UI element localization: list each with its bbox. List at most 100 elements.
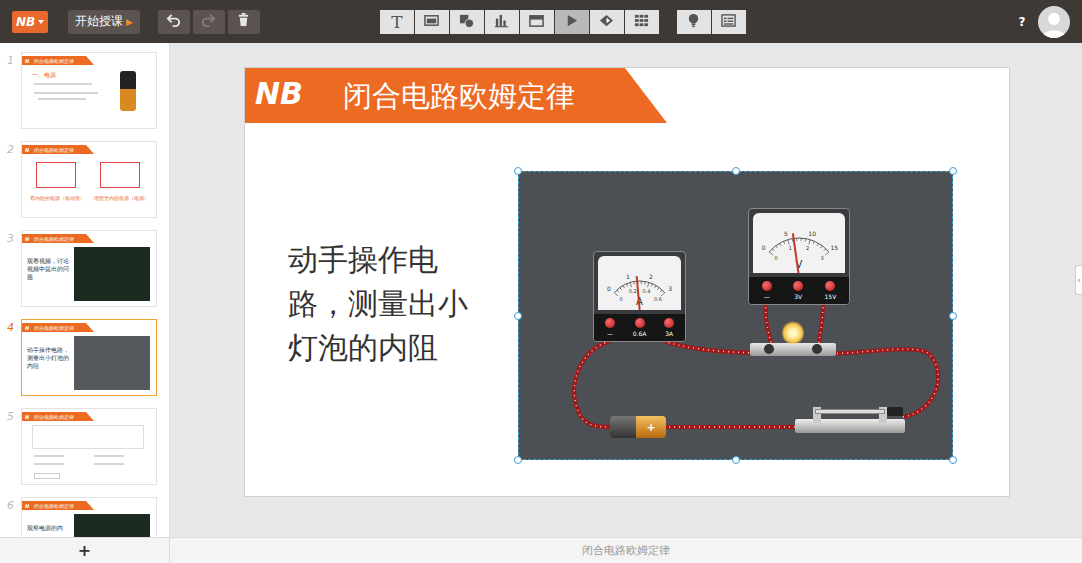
video-icon [564,12,579,32]
terminal-label: — [764,294,770,301]
terminal[interactable]: 3V [793,281,803,301]
scale-number: 1 [789,245,792,251]
thumbnail-body-text: 动手操作电路，测量出小灯泡的内阻 [27,346,69,369]
thumbnail-header: N闭合电路欧姆定律 [22,323,94,332]
slide-thumbnail[interactable]: N闭合电路欧姆定律有内阻的电源（电动势）理想无内阻电源（电源） [21,141,157,218]
help-button[interactable]: ? [1014,15,1030,29]
slide-number: 3 [0,230,21,245]
add-slide-button[interactable]: + [0,538,170,563]
video-tool[interactable] [555,10,589,34]
slide-thumbnail[interactable]: N闭合电路欧姆定律一、电源 [21,52,157,129]
slide-row[interactable]: 2N闭合电路欧姆定律有内阻的电源（电动势）理想无内阻电源（电源） [0,141,169,218]
text-line [34,463,64,465]
video-frame [74,247,150,301]
resize-handle[interactable] [732,456,740,464]
scale-number: 0 [762,244,766,251]
thumbnail-logo: N [25,325,29,331]
resize-handle[interactable] [732,167,740,175]
switch-plate [795,419,905,433]
slide-row[interactable]: 1N闭合电路欧姆定律一、电源 [0,52,169,129]
meter-face: 012300.20.40.6A [598,256,681,310]
thumbnail-logo: N [25,147,29,153]
bulb-glass-icon [782,321,804,345]
slide-row[interactable]: 6N闭合电路欧姆定律观察电源的内 [0,497,169,537]
light-bulb[interactable] [750,321,836,361]
window-tool[interactable] [520,10,554,34]
chart-tool[interactable] [485,10,519,34]
bulb-screw [812,344,822,354]
image-tool[interactable] [415,10,449,34]
slide-thumbnail[interactable]: N闭合电路欧姆定律观察电源的内 [21,497,157,537]
slide-thumbnail[interactable]: N闭合电路欧姆定律 [21,408,157,485]
slide-thumbnail[interactable]: N闭合电路欧姆定律动手操作电路，测量出小灯泡的内阻 [21,319,157,396]
slide-row[interactable]: 5N闭合电路欧姆定律 [0,408,169,485]
eraser-icon [599,12,614,32]
start-label: 开始授课 [75,13,123,30]
terminal-knob-icon [762,281,772,291]
app-logo[interactable]: NB [12,11,48,33]
slide-notes[interactable]: 闭合电路欧姆定律 [170,538,1082,563]
slide-thumbnail[interactable]: N闭合电路欧姆定律观看视频，讨论视频中提出的问题 [21,230,157,307]
grid-tool[interactable] [625,10,659,34]
slide-row[interactable]: 3N闭合电路欧姆定律观看视频，讨论视频中提出的问题 [0,230,169,307]
scale-number: 0.6 [654,296,662,302]
thumbnail-header: N闭合电路欧姆定律 [22,412,94,421]
video-thumbnail-body: 观看视频，讨论视频中提出的问题 [22,231,156,306]
workspace: 1N闭合电路欧姆定律一、电源2N闭合电路欧姆定律有内阻的电源（电动势）理想无内阻… [0,43,1082,537]
terminal-label: 0.6A [633,331,647,338]
resize-handle[interactable] [514,167,522,175]
bulb-icon [686,12,701,32]
thumbnail-logo: N [25,503,29,509]
text-line [38,98,86,100]
resize-handle[interactable] [514,312,522,320]
undo-button[interactable] [158,10,190,34]
text-line [94,455,124,457]
terminal[interactable]: 15V [825,281,837,301]
list-tool[interactable] [712,10,746,34]
bottom-bar: +闭合电路欧姆定律 [0,537,1082,563]
thumbnail-title: 闭合电路欧姆定律 [34,503,74,509]
thumbnail-title: 闭合电路欧姆定律 [34,58,74,64]
slide-body-text[interactable]: 动手操作电路，测量出小灯泡的内阻 [288,238,480,370]
circuit-simulation[interactable]: 012300.20.40.6A—0.6A3A0510150123V—3V15V+ [518,171,953,460]
voltmeter[interactable]: 0510150123V—3V15V [748,208,850,305]
terminal[interactable]: 3A [664,318,674,338]
delete-button[interactable] [228,10,260,34]
terminal[interactable]: — [605,318,615,338]
scale-number: 0 [620,296,623,302]
thumbnail-header: N 闭合电路欧姆定律 [22,501,94,510]
eraser-tool[interactable] [590,10,624,34]
scale-number: 3 [668,285,672,292]
panel-toggle[interactable]: ‹ [1075,265,1082,295]
start-class-button[interactable]: 开始授课▶ [68,10,140,34]
terminal[interactable]: — [762,281,772,301]
resize-handle[interactable] [949,312,957,320]
bulb-tool[interactable] [677,10,711,34]
terminal-label: 3A [665,331,673,338]
slide-row[interactable]: 4N闭合电路欧姆定律动手操作电路，测量出小灯泡的内阻 [0,319,169,396]
terminal[interactable]: 0.6A [633,318,647,338]
shape-icon [459,12,474,32]
slide-number: 2 [0,141,21,156]
battery[interactable]: + [610,416,666,438]
slide-number: 5 [0,408,21,423]
shape-tool[interactable] [450,10,484,34]
diagram-thumbnail-body: 有内阻的电源（电动势）理想无内阻电源（电源） [22,142,156,217]
resize-handle[interactable] [949,167,957,175]
ammeter[interactable]: 012300.20.40.6A—0.6A3A [593,251,686,342]
text-line [34,92,98,94]
text-tool[interactable]: T [380,10,414,34]
slide-number: 1 [0,52,21,67]
image-icon [424,12,439,32]
start-play-icon: ▶ [126,17,133,27]
avatar-icon[interactable] [1038,6,1070,38]
resize-handle[interactable] [949,456,957,464]
scale-number: 1 [626,272,630,279]
redo-button [193,10,225,34]
knife-switch[interactable] [795,401,905,436]
resize-handle[interactable] [514,456,522,464]
circuit-diagram [36,162,76,188]
scale-number: 0.4 [642,288,650,294]
battery-body [610,416,636,438]
diagram-caption: 有内阻的电源（电动势） [26,195,88,201]
